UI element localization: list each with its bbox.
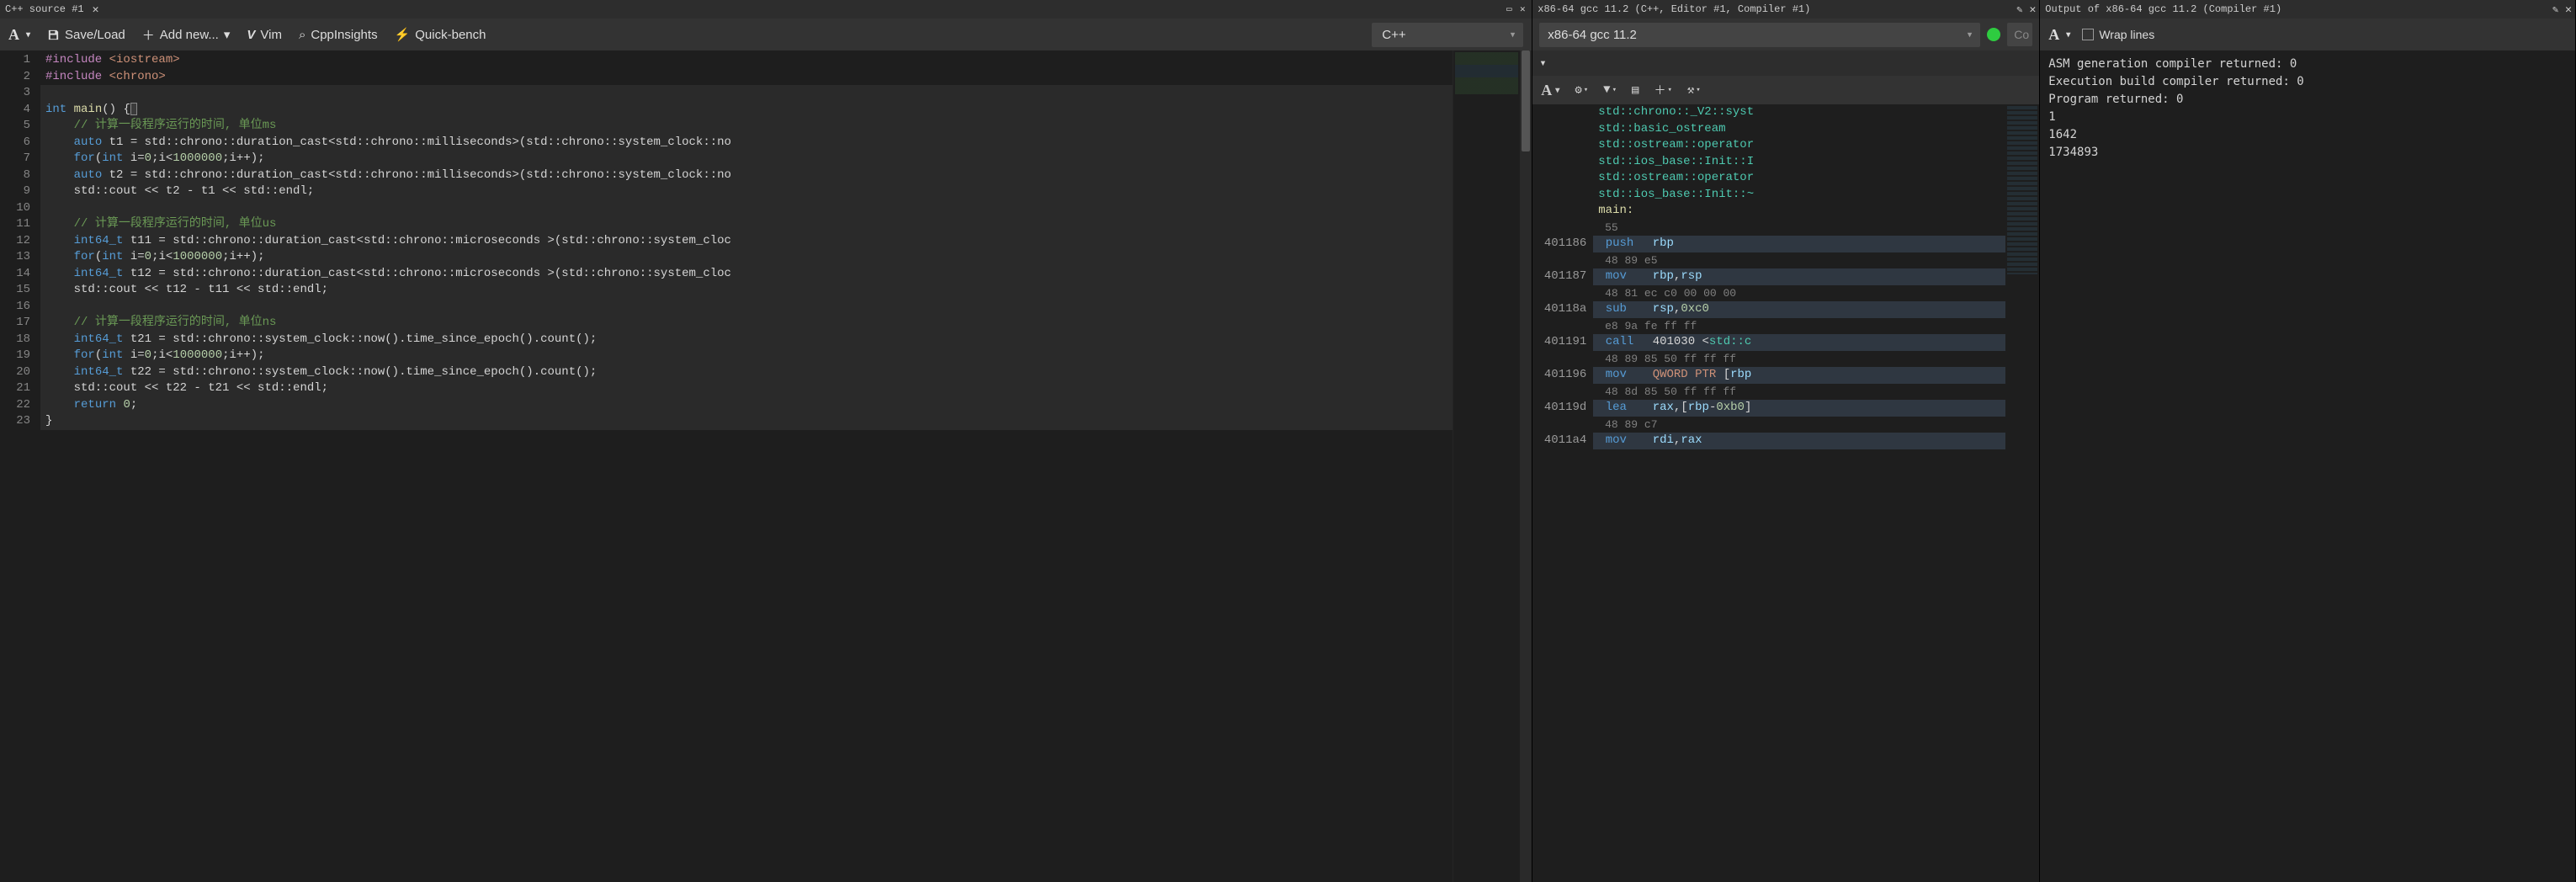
code-area[interactable]: #include <iostream>#include <chrono> int… [40, 50, 1453, 882]
source-tab-bar: C++ source #1 ✕ ▭ ✕ [0, 0, 1532, 19]
settings-button[interactable]: ⚙▾ [1575, 83, 1588, 98]
close-icon[interactable]: ✕ [2026, 3, 2039, 16]
language-select[interactable]: C++ [1372, 23, 1523, 47]
font-button[interactable]: A▾ [2048, 26, 2070, 44]
status-ok-icon [1987, 28, 2000, 41]
pencil-icon[interactable] [2549, 3, 2558, 16]
asm-pane: x86-64 gcc 11.2 (C++, Editor #1, Compile… [1532, 0, 2040, 882]
output-tab-bar: Output of x86-64 gcc 11.2 (Compiler #1) … [2040, 0, 2575, 19]
scrollbar[interactable] [1520, 50, 1532, 882]
asm-minimap[interactable] [2005, 104, 2039, 882]
save-load-button[interactable]: Save/Load [47, 28, 125, 42]
source-editor[interactable]: 1234567891011121314151617181920212223 #i… [0, 50, 1532, 882]
asm-tab-title[interactable]: x86-64 gcc 11.2 (C++, Editor #1, Compile… [1538, 3, 1810, 15]
plus-icon: ＋ [1654, 82, 1665, 98]
language-label: C++ [1382, 28, 1405, 42]
output-toolbar: A▾ Wrap lines [2040, 19, 2575, 50]
close-icon[interactable]: ✕ [89, 3, 103, 16]
window-maximize-icon[interactable]: ▭ [1503, 3, 1515, 15]
tools-button[interactable]: ⚒▾ [1687, 83, 1701, 98]
gear-icon: ⚙ [1575, 83, 1581, 98]
pencil-icon[interactable] [2013, 3, 2022, 16]
output-pane: Output of x86-64 gcc 11.2 (Compiler #1) … [2040, 0, 2576, 882]
asm-icon-row: A▾ ⚙▾ ▼▾ ▤ ＋▾ ⚒▾ [1532, 76, 2039, 104]
asm-tab-bar: x86-64 gcc 11.2 (C++, Editor #1, Compile… [1532, 0, 2039, 19]
add-button[interactable]: ＋▾ [1654, 82, 1671, 98]
asm-subtoolbar: ▾ [1532, 50, 2039, 76]
save-load-label: Save/Load [65, 28, 125, 42]
output-tab-title[interactable]: Output of x86-64 gcc 11.2 (Compiler #1) [2045, 3, 2281, 15]
wrench-icon: ⚒ [1687, 83, 1694, 98]
filter-button[interactable]: ▼▾ [1603, 83, 1617, 97]
cppinsights-button[interactable]: ⌕ CppInsights [299, 28, 378, 42]
close-icon[interactable]: ✕ [2562, 3, 2575, 16]
filter-icon: ▼ [1603, 83, 1610, 97]
compiler-label: x86-64 gcc 11.2 [1548, 28, 1637, 42]
add-new-label: Add new... [160, 28, 219, 42]
wrap-lines-label: Wrap lines [2099, 28, 2154, 41]
source-tab-title[interactable]: C++ source #1 [5, 3, 84, 15]
compiler-options-input[interactable]: Co [2007, 23, 2032, 46]
libraries-button[interactable]: ▤ [1632, 83, 1639, 98]
source-toolbar: A▾ Save/Load ＋ Add new... ▾ V Vim ⌕ CppI… [0, 19, 1532, 50]
quickbench-label: Quick-bench [415, 28, 486, 42]
window-close-icon[interactable]: ✕ [1516, 3, 1528, 15]
add-new-button[interactable]: ＋ Add new... ▾ [142, 26, 231, 44]
lightning-icon: ⚡ [395, 27, 411, 42]
checkbox-icon [2082, 29, 2094, 40]
output-text: ASM generation compiler returned: 0 Exec… [2040, 50, 2575, 882]
minimap[interactable] [1453, 50, 1520, 882]
chevron-down-icon[interactable]: ▾ [1539, 56, 1546, 71]
chevron-down-icon: ▾ [224, 27, 231, 42]
font-button[interactable]: A▾ [8, 26, 30, 44]
save-icon [47, 29, 60, 41]
vim-label: Vim [260, 28, 282, 42]
book-icon: ▤ [1632, 83, 1639, 98]
cppinsights-label: CppInsights [311, 28, 377, 42]
vim-icon: V [247, 28, 255, 42]
magnify-icon: ⌕ [299, 28, 305, 42]
wrap-lines-checkbox[interactable]: Wrap lines [2082, 28, 2154, 41]
compiler-select[interactable]: x86-64 gcc 11.2 [1539, 23, 1980, 47]
asm-address-gutter: 401186 401187 40118a 401191 401196 40119… [1532, 104, 1593, 882]
line-gutter: 1234567891011121314151617181920212223 [0, 50, 40, 882]
plus-icon: ＋ [142, 26, 155, 44]
asm-code-area[interactable]: std::chrono::_V2::syststd::basic_ostream… [1593, 104, 2005, 882]
source-pane: C++ source #1 ✕ ▭ ✕ A▾ Save/Load ＋ Add n… [0, 0, 1532, 882]
asm-editor[interactable]: 401186 401187 40118a 401191 401196 40119… [1532, 104, 2039, 882]
asm-toolbar: x86-64 gcc 11.2 Co [1532, 19, 2039, 50]
font-button[interactable]: A▾ [1541, 82, 1559, 99]
vim-button[interactable]: V Vim [247, 28, 282, 42]
quickbench-button[interactable]: ⚡ Quick-bench [395, 27, 486, 42]
